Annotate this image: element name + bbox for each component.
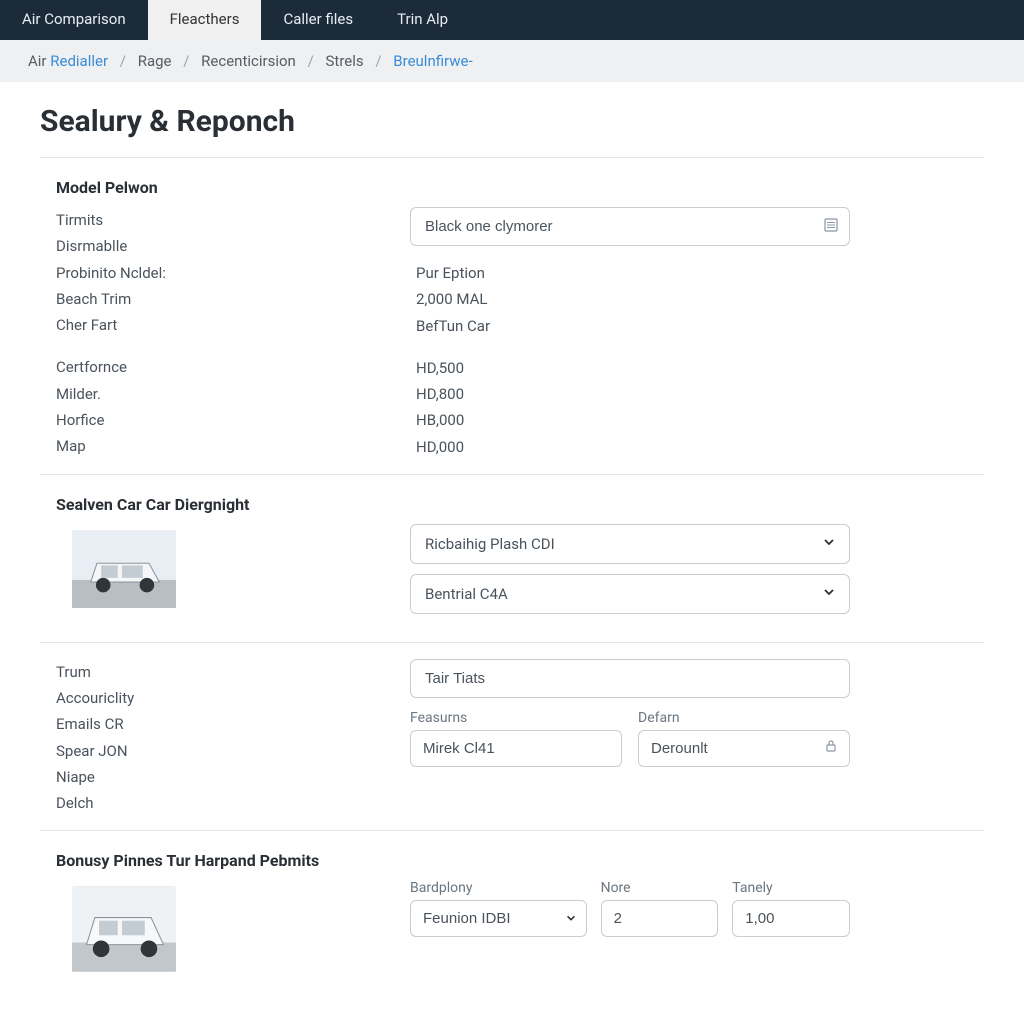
- breadcrumb-item-4[interactable]: Strels: [326, 52, 364, 70]
- label-tanely: Tanely: [732, 880, 850, 896]
- top-nav: Air Comparison Fleacthers Caller files T…: [0, 0, 1024, 40]
- breadcrumb-prefix: Air: [28, 52, 47, 70]
- label-delch: Delch: [56, 790, 410, 816]
- dropdown-bentrial[interactable]: Bentrial C4A: [410, 574, 850, 614]
- black-one-input[interactable]: [410, 207, 850, 246]
- label-nore: Nore: [601, 880, 719, 896]
- tab-trin-alp[interactable]: Trin Alp: [375, 0, 470, 40]
- label-defarn: Defarn: [638, 710, 850, 726]
- label-niape: Niape: [56, 764, 410, 790]
- label-probinito: Probinito Ncldel:: [56, 260, 410, 286]
- section-sealven-car: Sealven Car Car Diergnight Ricbaihig Pla…: [40, 474, 984, 831]
- tab-air-comparison[interactable]: Air Comparison: [0, 0, 148, 40]
- val-hd000: HD,000: [416, 434, 850, 460]
- section-heading: Bonusy Pinnes Tur Harpand Pebmits: [56, 851, 984, 870]
- lock-icon: [824, 739, 838, 757]
- breadcrumb-item-2[interactable]: Rage: [138, 52, 172, 70]
- breadcrumb-sep: /: [375, 52, 381, 70]
- label-disrmablle: Disrmablle: [56, 233, 410, 259]
- section-heading: Model Pelwon: [56, 178, 984, 197]
- label-bardplony: Bardplony: [410, 880, 587, 896]
- section-bonusy-pinnes: Bonusy Pinnes Tur Harpand Pebmits Bardpl…: [40, 830, 984, 986]
- breadcrumb-sep: /: [308, 52, 314, 70]
- label-trum: Trum: [56, 659, 410, 685]
- label-tirmits: Tirmits: [56, 207, 410, 233]
- tair-tiats-input[interactable]: [410, 659, 850, 698]
- defarn-input[interactable]: [638, 730, 850, 767]
- car-thumbnail-mpv: [72, 886, 176, 972]
- chevron-down-icon: [822, 585, 836, 603]
- tanely-input[interactable]: [732, 900, 850, 937]
- breadcrumb: Air Redialler / Rage / Recenticirsion / …: [0, 40, 1024, 82]
- tab-caller-files[interactable]: Caller files: [261, 0, 375, 40]
- label-feasurns: Feasurns: [410, 710, 622, 726]
- label-milder: Milder.: [56, 381, 410, 407]
- section-heading: Sealven Car Car Diergnight: [56, 495, 984, 514]
- val-hd500: HD,500: [416, 355, 850, 381]
- label-map: Map: [56, 433, 410, 459]
- bardplony-select[interactable]: [410, 900, 587, 937]
- dropdown-ricbaihig[interactable]: Ricbaihig Plash CDI: [410, 524, 850, 564]
- val-hb000: HB,000: [416, 407, 850, 433]
- page-title: Sealury & Reponch: [40, 104, 984, 139]
- val-beftun-car: BefTun Car: [416, 313, 850, 339]
- nore-input[interactable]: [601, 900, 719, 937]
- label-spear-jon: Spear JON: [56, 738, 410, 764]
- car-thumbnail-suv: [72, 530, 176, 608]
- breadcrumb-sep: /: [183, 52, 189, 70]
- feasurns-input[interactable]: [410, 730, 622, 767]
- chevron-down-icon: [565, 910, 577, 928]
- label-certfornce: Certfornce: [56, 354, 410, 380]
- breadcrumb-item-3[interactable]: Recenticirsion: [201, 52, 296, 70]
- label-horfice: Horfice: [56, 407, 410, 433]
- label-beach-trim: Beach Trim: [56, 286, 410, 312]
- label-accouriclity: Accouriclity: [56, 685, 410, 711]
- breadcrumb-sep: /: [120, 52, 126, 70]
- val-2000-mal: 2,000 MAL: [416, 286, 850, 312]
- breadcrumb-item-5[interactable]: Breulnfirwe-: [393, 52, 472, 70]
- tab-fleacthers[interactable]: Fleacthers: [148, 0, 262, 40]
- label-emails-cr: Emails CR: [56, 711, 410, 737]
- label-cher-fart: Cher Fart: [56, 312, 410, 338]
- rows-icon: [824, 218, 838, 236]
- section-model-pelwon: Model Pelwon Tirmits Disrmablle Probinit…: [40, 157, 984, 474]
- val-hd800: HD,800: [416, 381, 850, 407]
- chevron-down-icon: [822, 535, 836, 553]
- breadcrumb-item-1[interactable]: Redialler: [50, 52, 108, 70]
- val-pur-eption: Pur Eption: [416, 260, 850, 286]
